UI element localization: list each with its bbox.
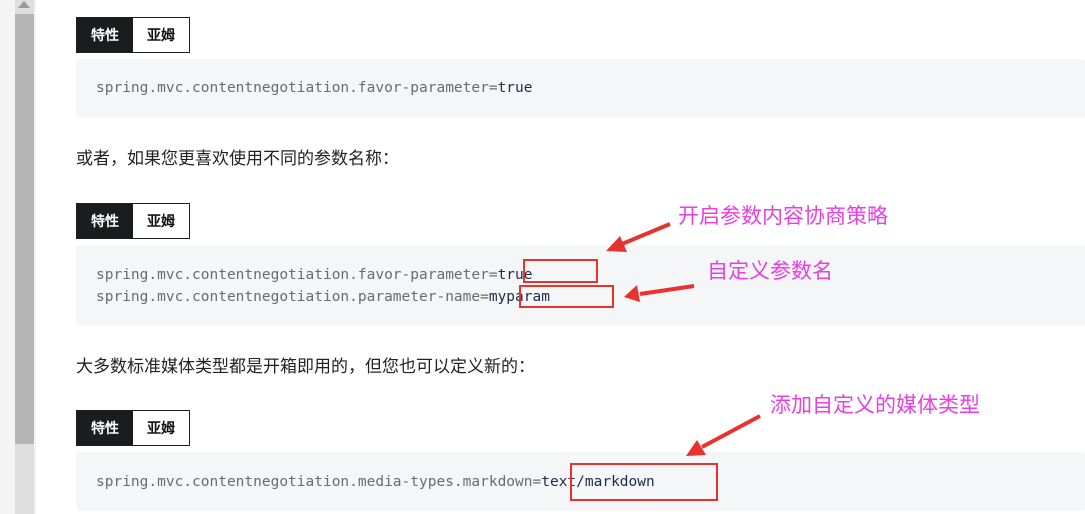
- arrow-to-myparam: [624, 284, 695, 302]
- arrow-to-markdown: [686, 414, 761, 456]
- arrow-to-favor-true: [606, 222, 671, 252]
- annotation-arrows: [606, 222, 761, 456]
